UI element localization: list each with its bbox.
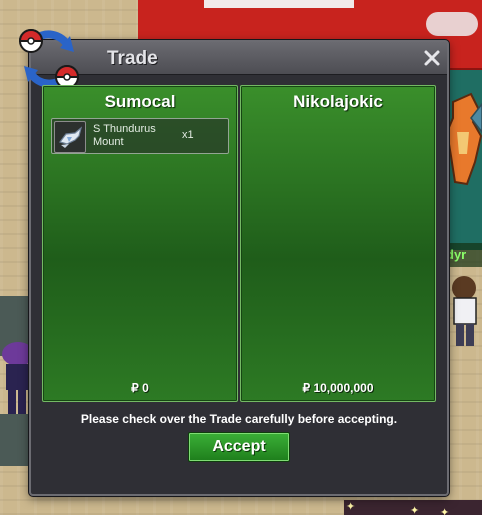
close-icon[interactable] xyxy=(421,47,443,69)
sparkle-icon: ✦ xyxy=(346,501,356,513)
mount-icon xyxy=(54,121,86,153)
sparkle-icon: ✦ xyxy=(410,505,420,515)
accept-button[interactable]: Accept xyxy=(188,432,290,462)
trade-offer-panel-self: Sumocal S Thundurus Mount x1 ₽ 0 xyxy=(42,85,238,402)
item-quantity: x1 xyxy=(182,129,194,141)
trade-item-slot[interactable]: S Thundurus Mount x1 xyxy=(51,118,229,154)
trade-notice: Please check over the Trade carefully be… xyxy=(80,412,398,426)
trade-title: Trade xyxy=(107,48,158,69)
purple-npc-sprite xyxy=(2,342,32,414)
money-offer: ₽ 0 xyxy=(131,381,149,395)
money-offer: ₽ 10,000,000 xyxy=(302,381,374,395)
item-name: S Thundurus Mount xyxy=(93,123,156,148)
trader-name: Sumocal xyxy=(104,92,176,111)
building-window xyxy=(204,0,354,8)
building-sign xyxy=(426,12,478,36)
sparkle-icon: ✦ xyxy=(440,507,450,515)
trade-offer-panel-partner: Nikolajokic ₽ 10,000,000 xyxy=(240,85,436,402)
npc-sprite xyxy=(452,276,477,346)
trade-window: Trade Sumocal S Thundurus Mount x1 ₽ 0 N… xyxy=(18,29,449,496)
trader-name: Nikolajokic xyxy=(293,92,383,111)
trade-titlebar[interactable]: Trade xyxy=(31,42,447,75)
trade-arrows-pokeball-icon xyxy=(18,29,80,89)
